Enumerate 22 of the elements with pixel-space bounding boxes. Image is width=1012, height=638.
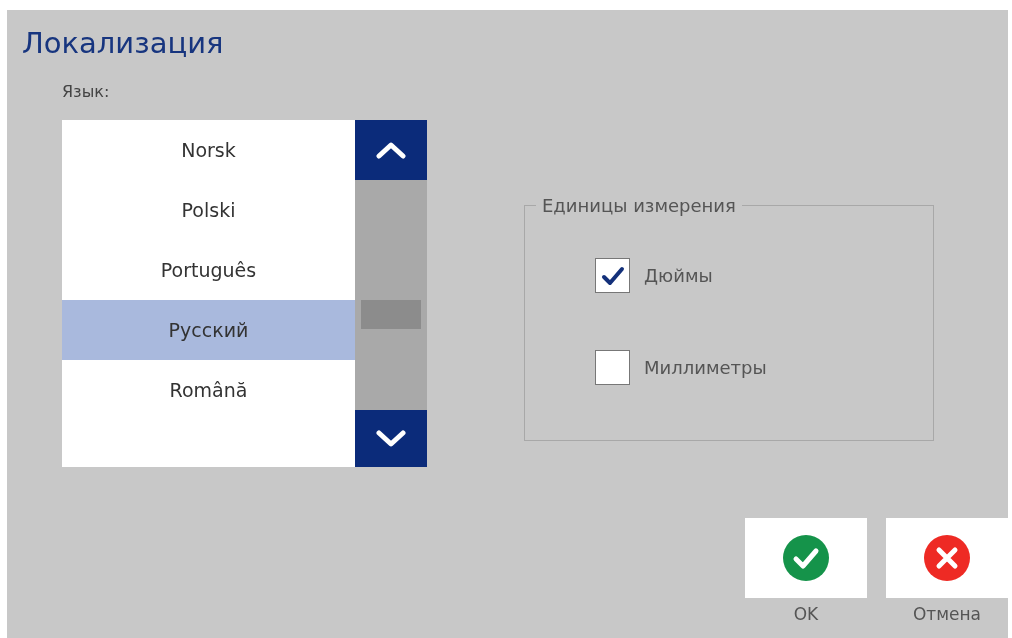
checkbox-label: Миллиметры	[644, 357, 767, 378]
scroll-thumb[interactable]	[361, 300, 421, 329]
list-item[interactable]: Română	[62, 360, 355, 420]
chevron-down-icon	[376, 429, 406, 448]
list-item[interactable]: Português	[62, 240, 355, 300]
checkbox-label: Дюймы	[644, 265, 713, 286]
list-item[interactable]: Norsk	[62, 120, 355, 180]
checkbox[interactable]	[595, 258, 630, 293]
close-circle-icon	[924, 535, 970, 581]
list-item[interactable]: Русский	[62, 300, 355, 360]
scroll-down-button[interactable]	[355, 410, 427, 467]
dialog-title: Локализация	[22, 26, 224, 60]
check-circle-icon	[783, 535, 829, 581]
checkbox[interactable]	[595, 350, 630, 385]
chevron-up-icon	[376, 141, 406, 159]
list-item[interactable]: Polski	[62, 180, 355, 240]
check-icon	[600, 265, 625, 286]
scroll-up-button[interactable]	[355, 120, 427, 180]
scrollbar[interactable]	[355, 120, 427, 467]
field-label: Язык:	[62, 82, 110, 101]
cancel-button[interactable]: Отмена	[886, 518, 1008, 624]
ok-button[interactable]: OK	[745, 518, 867, 624]
